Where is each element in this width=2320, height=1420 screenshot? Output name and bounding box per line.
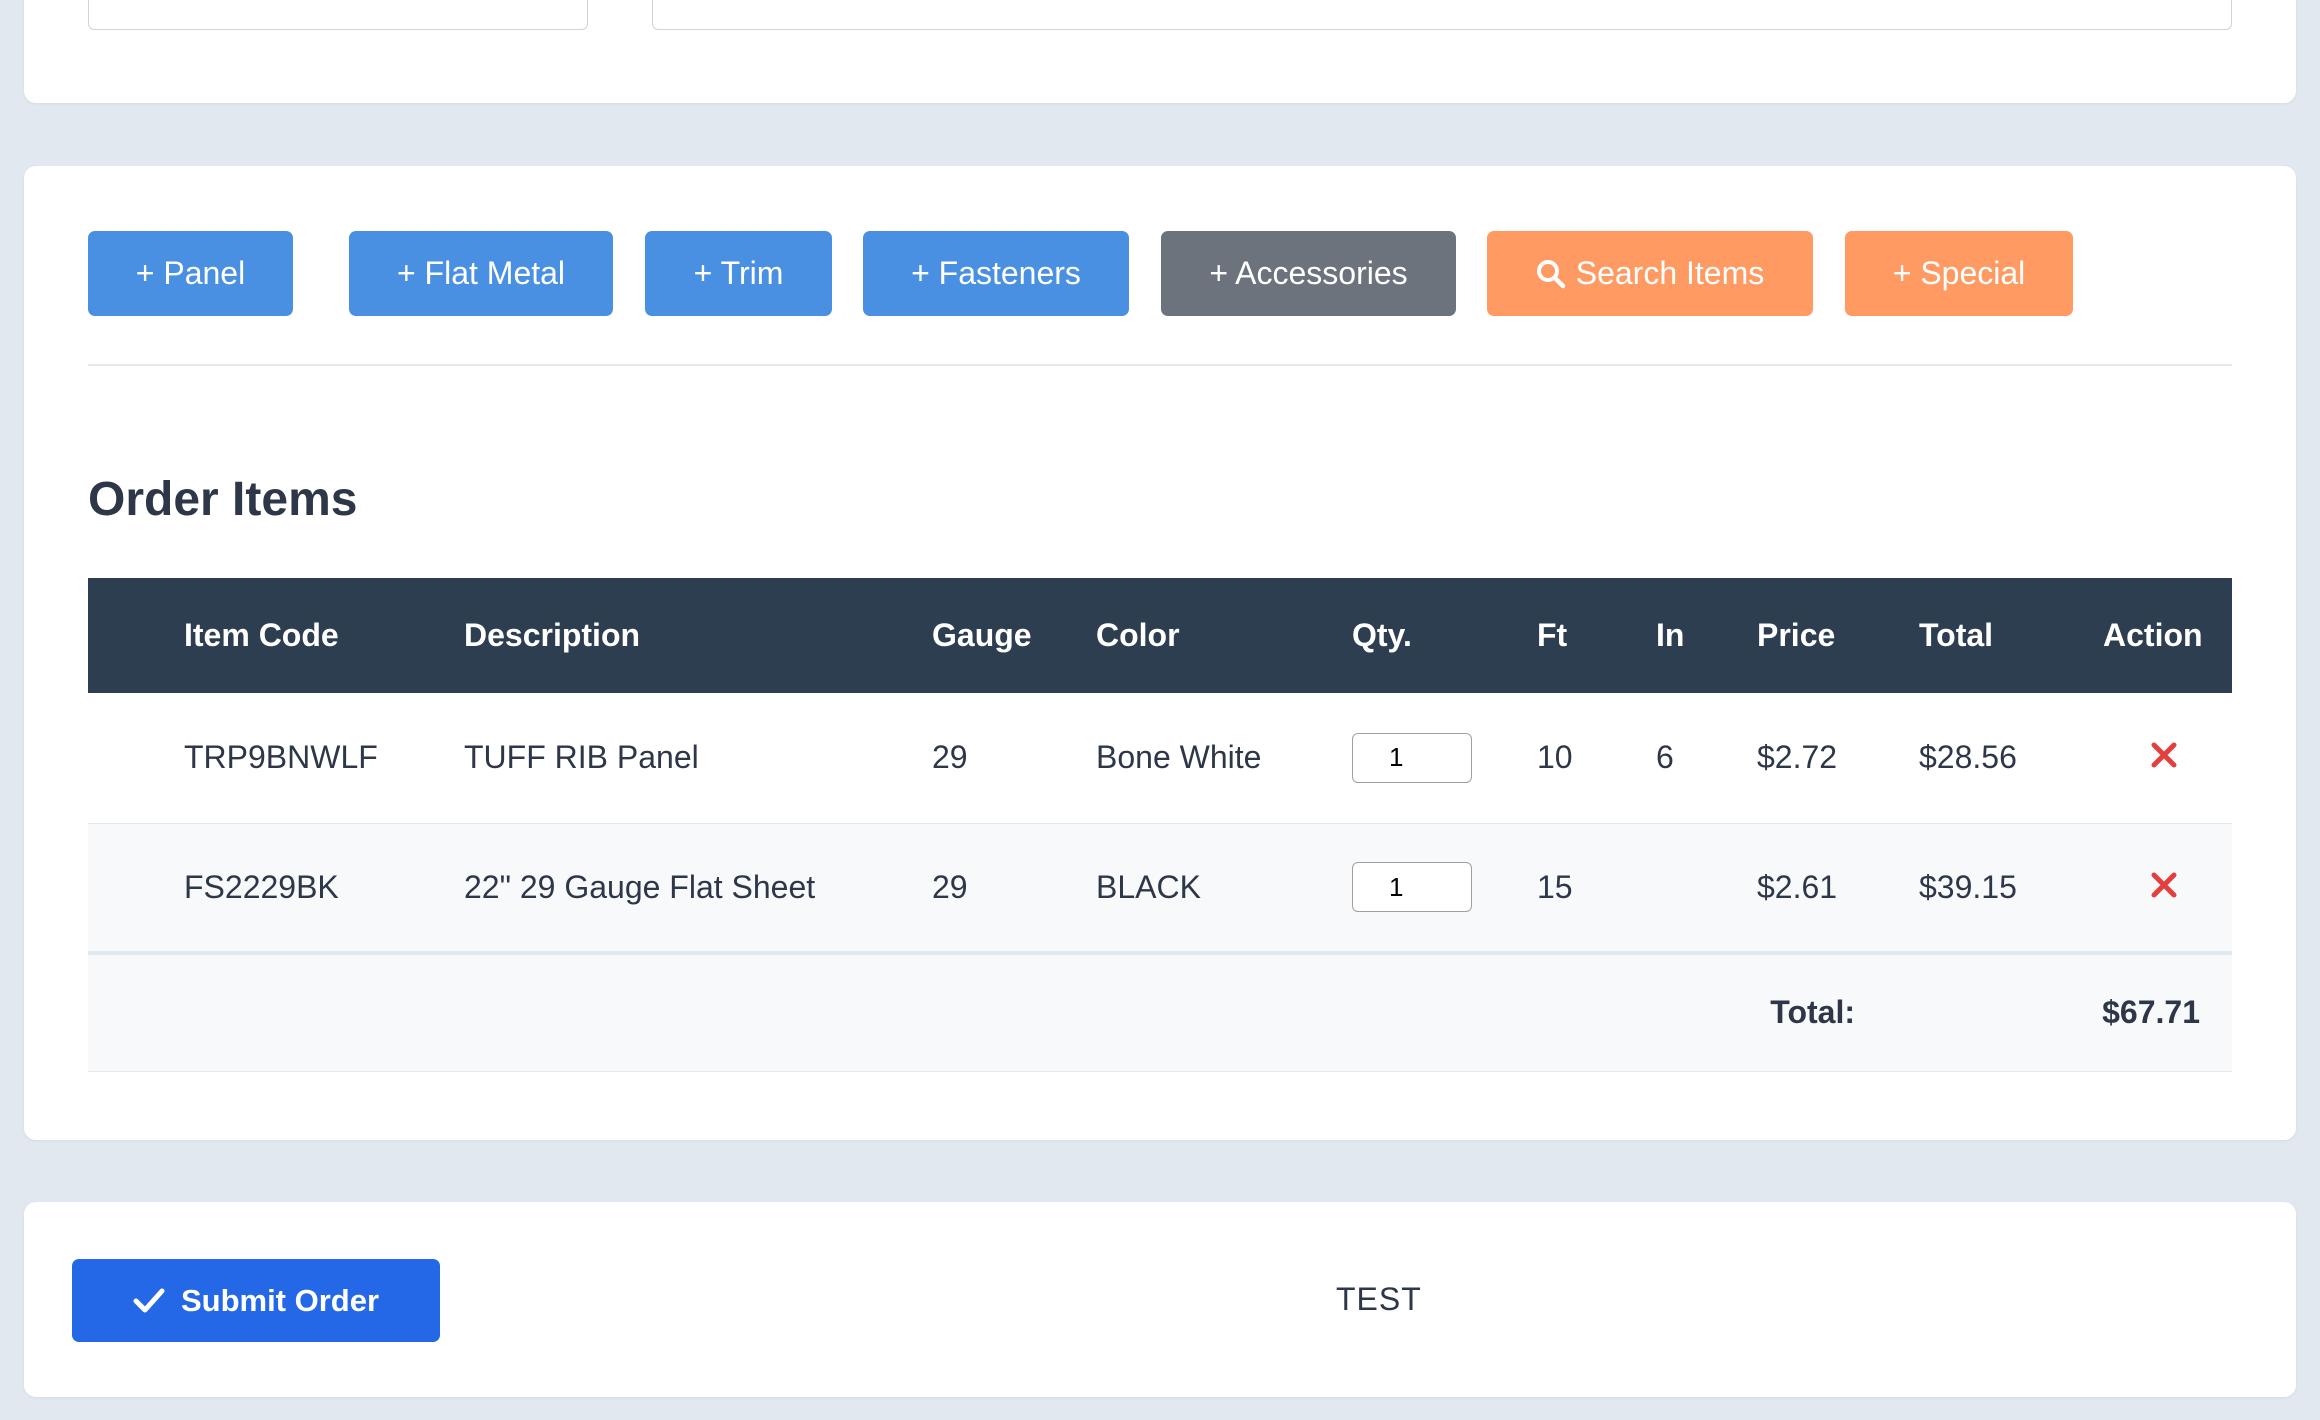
total-label: Total: — [1770, 994, 1855, 1031]
submit-card: Submit Order TEST — [24, 1202, 2296, 1397]
toolbar-divider — [88, 364, 2232, 366]
table-row: FS2229BK 22" 29 Gauge Flat Sheet 29 BLAC… — [88, 823, 2232, 953]
check-icon — [133, 1287, 165, 1315]
order-items-table-wrapper: Item Code Description Gauge Color Qty. F… — [88, 578, 2232, 1072]
order-items-card: + Panel + Flat Metal + Trim + Fasteners … — [24, 166, 2296, 1140]
customer-field-left[interactable] — [88, 0, 588, 30]
add-trim-button[interactable]: + Trim — [645, 231, 832, 316]
submit-order-label: Submit Order — [180, 1282, 380, 1318]
qty-input[interactable] — [1352, 862, 1472, 913]
column-header-ft[interactable]: Ft — [1537, 578, 1656, 693]
cell-price: $2.72 — [1757, 739, 1838, 776]
cell-ft: 10 — [1537, 739, 1573, 776]
customer-info-card — [24, 0, 2296, 103]
column-header-total[interactable]: Total — [1919, 578, 2103, 693]
column-header-qty[interactable]: Qty. — [1352, 578, 1537, 693]
add-panel-label: + Panel — [135, 255, 246, 291]
cell-action — [2103, 823, 2232, 953]
add-panel-button[interactable]: + Panel — [88, 231, 293, 316]
delete-icon[interactable] — [2151, 739, 2177, 768]
qty-input[interactable] — [1352, 732, 1472, 783]
cell-item-code: TRP9BNWLF — [184, 739, 378, 776]
add-fasteners-label: + Fasteners — [911, 255, 1081, 291]
delete-icon[interactable] — [2151, 869, 2177, 898]
search-icon — [1536, 259, 1566, 289]
add-special-label: + Special — [1892, 255, 2026, 291]
row-spacer — [88, 693, 184, 823]
cell-qty — [1352, 823, 1537, 953]
status-text: TEST — [1336, 1281, 1422, 1317]
cell-in — [1656, 823, 1757, 953]
add-fasteners-button[interactable]: + Fasteners — [863, 231, 1129, 316]
cell-in: 6 — [1656, 739, 1674, 776]
column-header-price[interactable]: Price — [1757, 578, 1919, 693]
add-flat-metal-button[interactable]: + Flat Metal — [349, 231, 613, 316]
add-accessories-label: + Accessories — [1209, 255, 1408, 291]
cell-gauge: 29 — [932, 739, 968, 776]
cell-color: BLACK — [1096, 868, 1201, 905]
customer-field-right[interactable] — [652, 0, 2232, 30]
cell-description: 22" 29 Gauge Flat Sheet — [464, 868, 816, 905]
column-header-item-code[interactable]: Item Code — [184, 578, 464, 693]
table-row: TRP9BNWLF TUFF RIB Panel 29 Bone White 1… — [88, 693, 2232, 823]
cell-item-code: FS2229BK — [184, 868, 339, 905]
cell-price: $2.61 — [1757, 868, 1838, 905]
column-header-color[interactable]: Color — [1096, 578, 1352, 693]
cell-color: Bone White — [1096, 739, 1262, 776]
cell-description: TUFF RIB Panel — [464, 739, 699, 776]
table-header-row: Item Code Description Gauge Color Qty. F… — [88, 578, 2232, 693]
add-special-button[interactable]: + Special — [1845, 231, 2073, 316]
cell-total: $39.15 — [1919, 868, 2017, 905]
cell-qty — [1352, 693, 1537, 823]
add-trim-label: + Trim — [693, 255, 784, 291]
column-spacer — [88, 578, 184, 693]
submit-order-button[interactable]: Submit Order — [72, 1259, 440, 1342]
column-header-description[interactable]: Description — [464, 578, 932, 693]
page-title: Order Items — [88, 473, 358, 526]
column-header-action: Action — [2103, 617, 2203, 653]
cell-action — [2103, 693, 2232, 823]
order-items-table: Item Code Description Gauge Color Qty. F… — [88, 578, 2232, 1072]
column-header-in[interactable]: In — [1656, 578, 1757, 693]
cell-total: $28.56 — [1919, 739, 2017, 776]
row-spacer — [88, 823, 184, 953]
add-accessories-button[interactable]: + Accessories — [1161, 231, 1456, 316]
column-header-gauge[interactable]: Gauge — [932, 578, 1096, 693]
total-value: $67.71 — [2102, 994, 2200, 1031]
table-total-row: Total: $67.71 — [88, 953, 2232, 1071]
search-items-label: Search Items — [1575, 255, 1765, 291]
add-flat-metal-label: + Flat Metal — [396, 255, 566, 291]
cell-gauge: 29 — [932, 868, 968, 905]
cell-ft: 15 — [1537, 868, 1573, 905]
search-items-button[interactable]: Search Items — [1487, 231, 1813, 316]
